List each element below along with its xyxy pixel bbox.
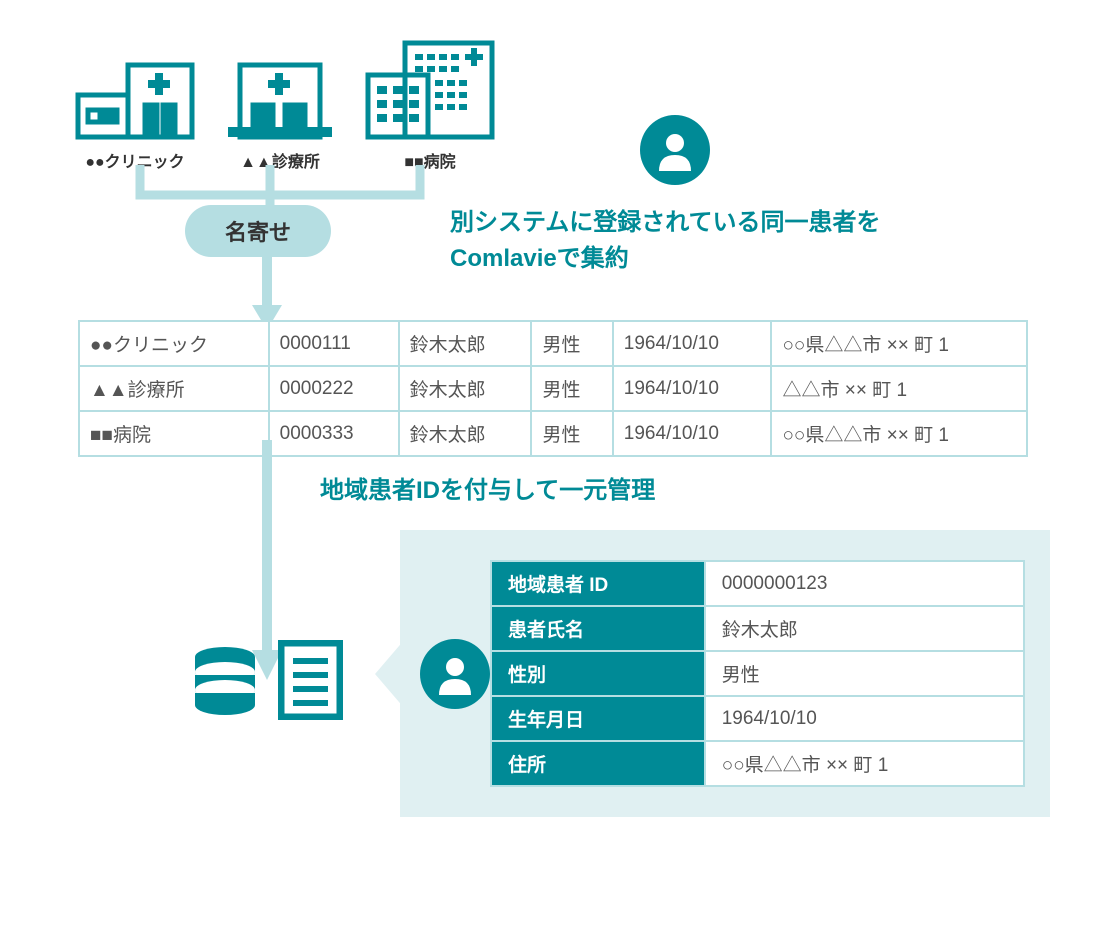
- source-table: ●●クリニック0000111鈴木太郎男性1964/10/10○○県△△市 ×× …: [78, 320, 1028, 457]
- result-label: 生年月日: [491, 696, 705, 741]
- table-row: 生年月日1964/10/10: [491, 696, 1024, 741]
- hospital-icon: [365, 40, 495, 140]
- table-row: ●●クリニック0000111鈴木太郎男性1964/10/10○○県△△市 ×× …: [79, 321, 1027, 366]
- cell-facility: ■■病院: [79, 411, 269, 456]
- cell-id: 0000111: [269, 321, 399, 366]
- result-table: 地域患者 ID0000000123 患者氏名鈴木太郎 性別男性 生年月日1964…: [490, 560, 1025, 787]
- db-area: [190, 640, 343, 720]
- result-label: 地域患者 ID: [491, 561, 705, 606]
- callout-triangle: [375, 639, 405, 709]
- result-value: 0000000123: [705, 561, 1024, 606]
- result-label: 患者氏名: [491, 606, 705, 651]
- facility-row: ●●クリニック ▲▲診療所: [75, 40, 495, 172]
- table-row: ■■病院0000333鈴木太郎男性1964/10/10○○県△△市 ×× 町 1: [79, 411, 1027, 456]
- result-label: 住所: [491, 741, 705, 786]
- person-icon: [420, 639, 490, 709]
- result-label: 性別: [491, 651, 705, 696]
- cell-facility: ▲▲診療所: [79, 366, 269, 411]
- cell-sex: 男性: [531, 321, 612, 366]
- cell-address: ○○県△△市 ×× 町 1: [771, 321, 1027, 366]
- cell-name: 鈴木太郎: [399, 411, 532, 456]
- consolidation-badge: 名寄せ: [185, 205, 331, 257]
- cell-dob: 1964/10/10: [613, 321, 772, 366]
- caption-unified: 地域患者IDを付与して一元管理: [320, 470, 655, 505]
- cell-name: 鈴木太郎: [399, 366, 532, 411]
- user-icon: [654, 129, 696, 171]
- facility-clinic: ●●クリニック: [75, 55, 195, 172]
- table-row: 患者氏名鈴木太郎: [491, 606, 1024, 651]
- facility-clinic-office: ▲▲診療所: [225, 55, 335, 172]
- cell-name: 鈴木太郎: [399, 321, 532, 366]
- cell-facility: ●●クリニック: [79, 321, 269, 366]
- result-value: 男性: [705, 651, 1024, 696]
- clinic-icon: [75, 55, 195, 140]
- cell-address: △△市 ×× 町 1: [771, 366, 1027, 411]
- result-panel: 地域患者 ID0000000123 患者氏名鈴木太郎 性別男性 生年月日1964…: [400, 530, 1050, 817]
- result-value: 鈴木太郎: [705, 606, 1024, 651]
- result-value: ○○県△△市 ×× 町 1: [705, 741, 1024, 786]
- headline: 別システムに登録されている同一患者を Comlavieで集約: [450, 205, 881, 277]
- cell-dob: 1964/10/10: [613, 366, 772, 411]
- document-icon: [278, 640, 343, 720]
- user-icon: [434, 653, 476, 695]
- cell-address: ○○県△△市 ×× 町 1: [771, 411, 1027, 456]
- cell-sex: 男性: [531, 411, 612, 456]
- table-row: 住所○○県△△市 ×× 町 1: [491, 741, 1024, 786]
- database-icon: [190, 645, 260, 715]
- table-row: 性別男性: [491, 651, 1024, 696]
- arrow-down-icon: [252, 255, 282, 330]
- table-row: ▲▲診療所0000222鈴木太郎男性1964/10/10△△市 ×× 町 1: [79, 366, 1027, 411]
- cell-id: 0000333: [269, 411, 399, 456]
- facility-hospital: ■■病院: [365, 40, 495, 172]
- person-icon: [640, 115, 710, 185]
- cell-sex: 男性: [531, 366, 612, 411]
- cell-id: 0000222: [269, 366, 399, 411]
- result-value: 1964/10/10: [705, 696, 1024, 741]
- cell-dob: 1964/10/10: [613, 411, 772, 456]
- office-icon: [225, 55, 335, 140]
- table-row: 地域患者 ID0000000123: [491, 561, 1024, 606]
